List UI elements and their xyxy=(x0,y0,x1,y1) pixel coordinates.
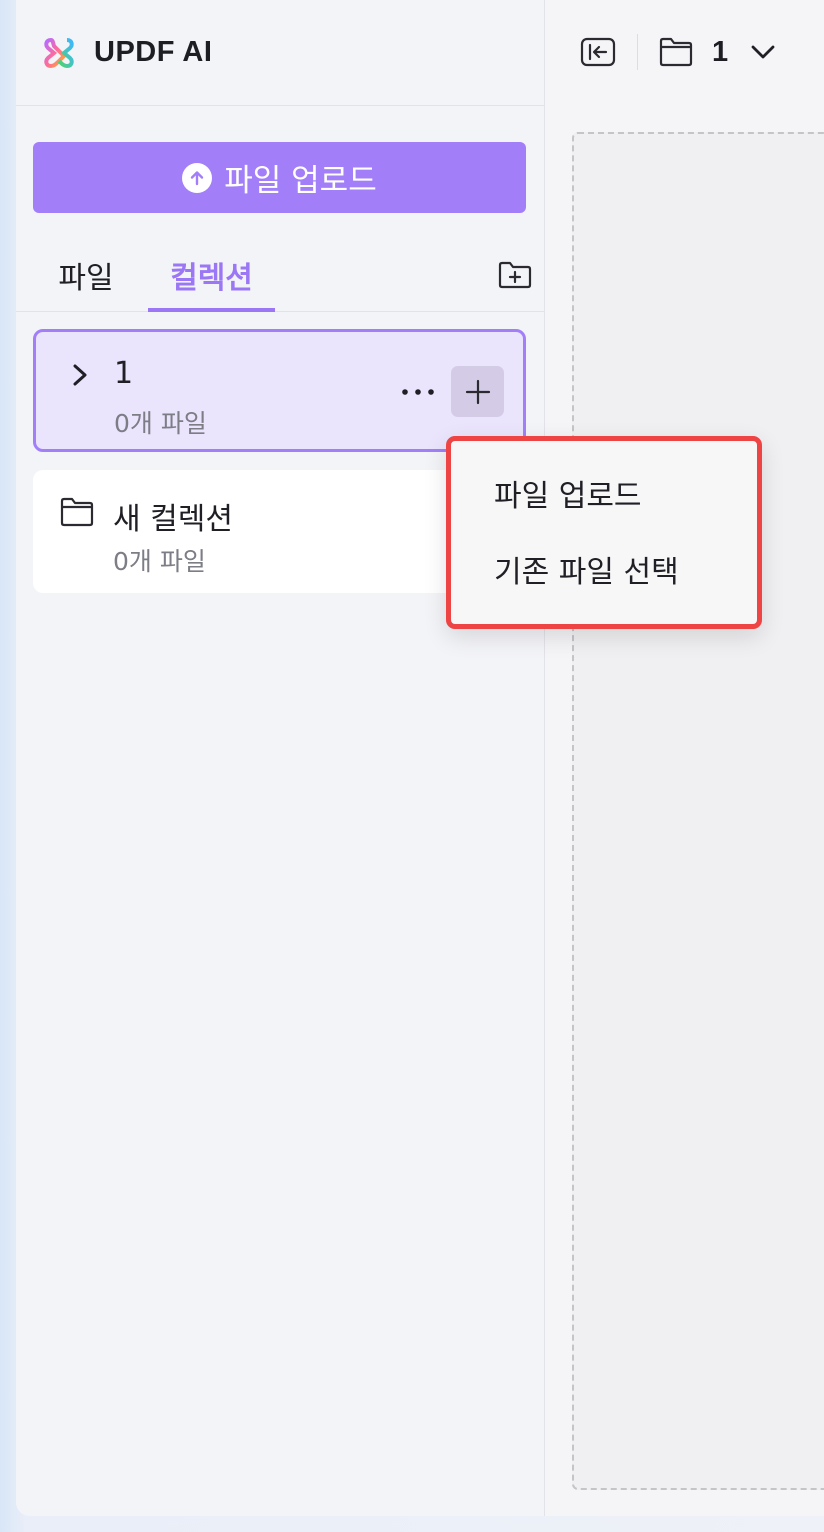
add-file-menu: 파일 업로드 기존 파일 선택 xyxy=(446,436,762,629)
app-window: UPDF AI 파일 업로드 파일 컬렉션 1 0개 파일 새 컬렉션 0개 파… xyxy=(16,0,824,1516)
folder-icon xyxy=(60,497,94,527)
menu-item-upload-file[interactable]: 파일 업로드 xyxy=(494,471,642,515)
file-drop-zone[interactable] xyxy=(572,132,824,1490)
collection-add-button[interactable] xyxy=(451,366,504,417)
current-collection-label: 1 xyxy=(712,35,729,68)
main-header: 1 xyxy=(545,0,824,104)
chevron-right-icon[interactable] xyxy=(70,362,90,388)
collection-name: 1 xyxy=(114,356,134,391)
new-collection-button[interactable] xyxy=(495,257,535,293)
collection-more-button[interactable] xyxy=(396,372,440,412)
tab-collections[interactable]: 컬렉션 xyxy=(148,240,275,312)
collection-item-1[interactable]: 1 0개 파일 xyxy=(33,329,526,452)
chevron-down-icon xyxy=(751,45,775,59)
sidebar: UPDF AI 파일 업로드 파일 컬렉션 1 0개 파일 새 컬렉션 0개 파… xyxy=(16,0,545,1516)
tab-files[interactable]: 파일 xyxy=(36,240,136,310)
collapse-sidebar-button[interactable] xyxy=(579,35,617,69)
upload-arrow-icon xyxy=(182,162,213,193)
more-horizontal-icon xyxy=(402,389,434,395)
collection-file-count: 0개 파일 xyxy=(114,409,207,438)
updf-logo-icon xyxy=(44,37,74,68)
header-divider xyxy=(637,34,638,70)
sidebar-tabs: 파일 컬렉션 xyxy=(16,240,545,312)
menu-item-select-existing-file[interactable]: 기존 파일 선택 xyxy=(494,547,679,591)
collection-name: 새 컬렉션 xyxy=(113,502,233,537)
folder-icon xyxy=(659,37,693,67)
upload-button-label: 파일 업로드 xyxy=(224,163,377,199)
sidebar-header: UPDF AI xyxy=(16,0,544,106)
app-title: UPDF AI xyxy=(94,36,213,68)
main-panel: 1 xyxy=(545,0,824,1516)
upload-file-button[interactable]: 파일 업로드 xyxy=(33,142,526,213)
collection-switcher[interactable]: 1 xyxy=(658,36,776,69)
folder-plus-icon xyxy=(498,261,532,289)
plus-icon xyxy=(465,379,490,404)
sidebar-collapse-icon xyxy=(580,37,616,67)
collection-file-count: 0개 파일 xyxy=(113,547,206,576)
